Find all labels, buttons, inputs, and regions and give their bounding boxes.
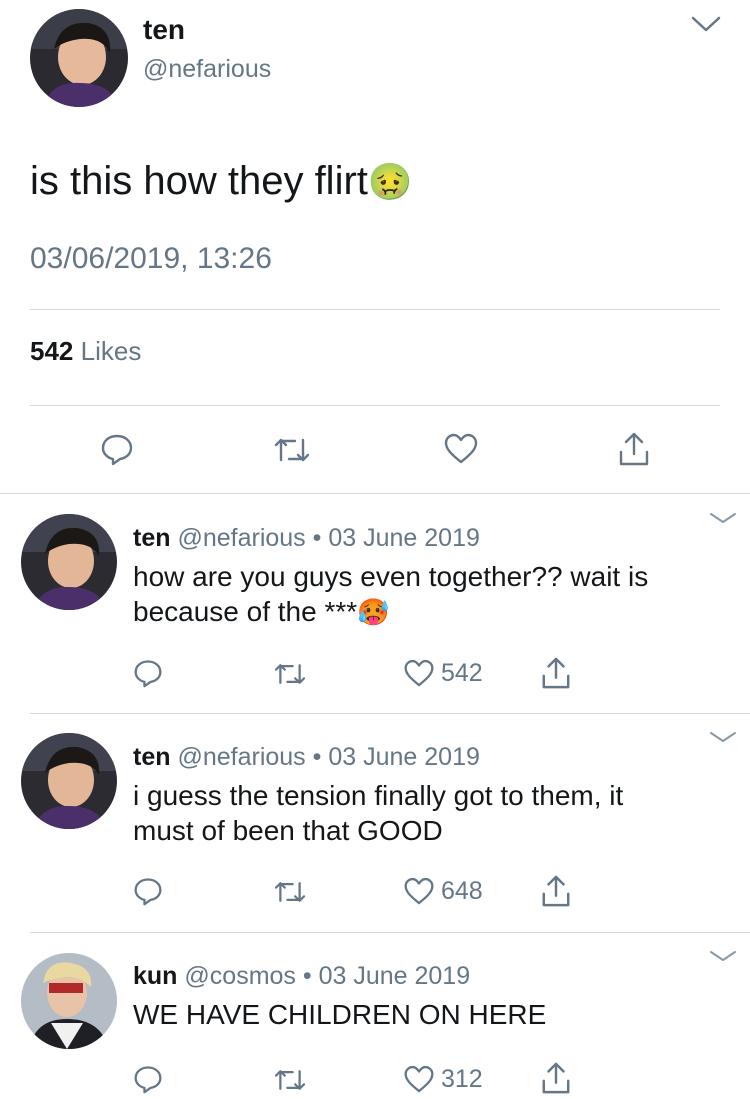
- reply-header: ten @nefarious • 03 June 2019: [133, 743, 480, 772]
- reply-date: 03 June 2019: [318, 962, 471, 990]
- chevron-down-icon[interactable]: [708, 949, 738, 965]
- likes-label: Likes: [80, 336, 142, 366]
- divider: [0, 493, 750, 494]
- like-count: 312: [441, 1065, 483, 1093]
- tweet-text-body: is this how they flirt: [30, 159, 368, 203]
- reply-text-body: because of the ***: [133, 596, 358, 627]
- divider: [30, 309, 720, 310]
- avatar[interactable]: [30, 9, 128, 107]
- avatar[interactable]: [21, 733, 117, 829]
- hot-face-emoji: 🥵: [357, 597, 390, 627]
- share-icon[interactable]: [540, 655, 572, 691]
- retweet-icon[interactable]: [273, 1066, 307, 1094]
- author-name[interactable]: kun: [133, 962, 177, 990]
- chevron-down-icon[interactable]: [708, 730, 738, 746]
- separator-dot: •: [312, 743, 322, 771]
- separator-dot: •: [302, 962, 312, 990]
- tweet-timestamp: 03/06/2019, 13:26: [30, 242, 272, 275]
- reply-text-line: because of the ***🥵: [133, 596, 390, 628]
- reply-text-line: must of been that GOOD: [133, 815, 443, 846]
- reply-icon[interactable]: [100, 432, 134, 466]
- author-handle[interactable]: @nefarious: [177, 524, 305, 552]
- divider: [30, 405, 720, 406]
- share-icon[interactable]: [617, 430, 651, 468]
- reply-icon[interactable]: [133, 658, 163, 688]
- avatar[interactable]: [21, 953, 117, 1049]
- reply-date: 03 June 2019: [328, 743, 480, 771]
- author-handle[interactable]: @cosmos: [184, 962, 296, 990]
- share-icon[interactable]: [540, 873, 572, 909]
- nauseated-face-emoji: 🤢: [367, 161, 413, 202]
- likes-stat[interactable]: 542 Likes: [30, 336, 141, 367]
- share-icon[interactable]: [540, 1060, 572, 1096]
- like-count: 542: [441, 659, 483, 687]
- retweet-icon[interactable]: [273, 434, 311, 466]
- heart-icon[interactable]: [403, 1065, 435, 1094]
- reply-icon[interactable]: [133, 876, 163, 906]
- like-count: 648: [441, 877, 483, 905]
- heart-icon[interactable]: [443, 433, 479, 465]
- heart-icon[interactable]: [403, 659, 435, 688]
- reply-icon[interactable]: [133, 1064, 163, 1094]
- author-handle[interactable]: @nefarious: [177, 743, 305, 771]
- reply-date: 03 June 2019: [328, 524, 480, 552]
- reply-text-line: how are you guys even together?? wait is: [133, 561, 649, 592]
- retweet-icon[interactable]: [273, 878, 307, 906]
- divider: [30, 713, 750, 714]
- separator-dot: •: [312, 524, 322, 552]
- divider: [30, 932, 750, 933]
- heart-icon[interactable]: [403, 877, 435, 906]
- tweet-text: is this how they flirt🤢: [30, 159, 413, 204]
- likes-count: 542: [30, 336, 74, 366]
- author-name[interactable]: ten: [133, 524, 171, 552]
- author-handle[interactable]: @nefarious: [143, 55, 271, 84]
- chevron-down-icon[interactable]: [690, 14, 722, 34]
- chevron-down-icon[interactable]: [708, 511, 738, 527]
- avatar[interactable]: [21, 514, 117, 610]
- reply-header: ten @nefarious • 03 June 2019: [133, 524, 480, 553]
- author-name[interactable]: ten: [143, 14, 185, 46]
- author-name[interactable]: ten: [133, 743, 171, 771]
- reply-text-line: WE HAVE CHILDREN ON HERE: [133, 999, 547, 1030]
- reply-header: kun @cosmos • 03 June 2019: [133, 962, 470, 991]
- retweet-icon[interactable]: [273, 660, 307, 688]
- reply-text-line: i guess the tension finally got to them,…: [133, 780, 624, 811]
